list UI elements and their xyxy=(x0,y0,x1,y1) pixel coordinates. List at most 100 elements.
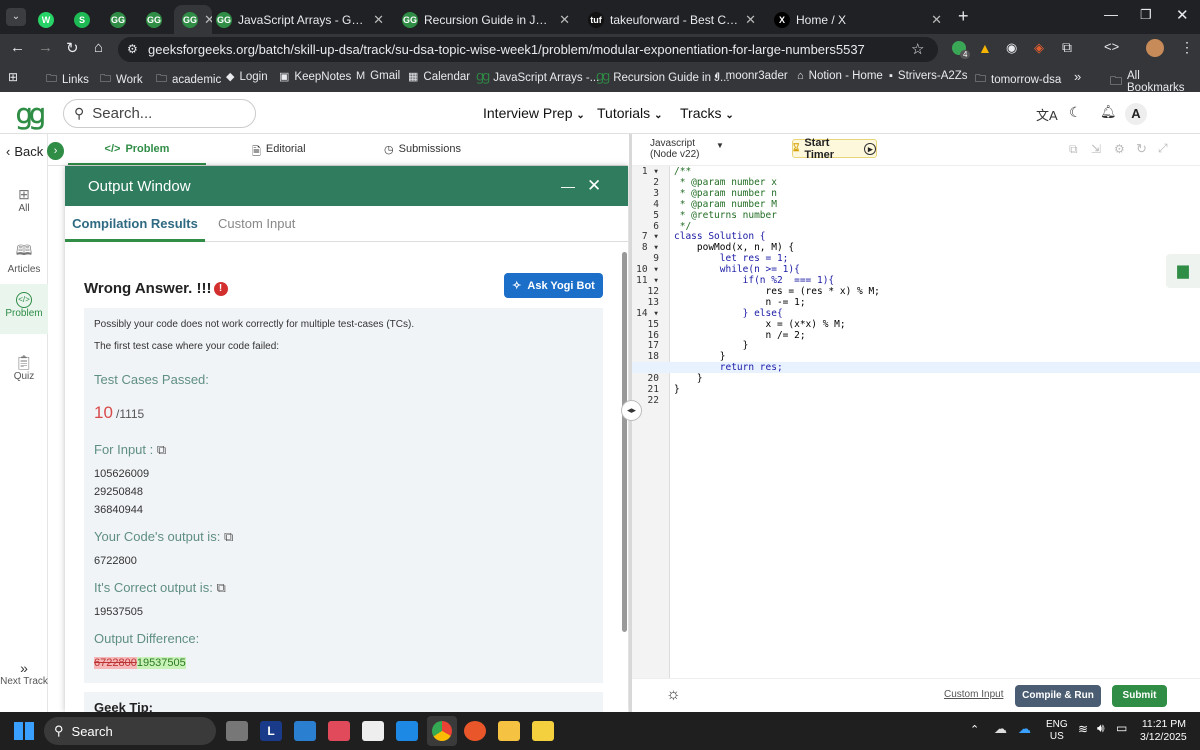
tab-editorial[interactable]: 🗎 Editorial xyxy=(252,143,306,162)
restore-window-icon[interactable]: ❐ xyxy=(1140,7,1152,23)
drive-icon[interactable]: ▲ xyxy=(978,40,992,56)
task-view-icon[interactable] xyxy=(226,721,248,741)
browser-tab[interactable]: X Home / X ✕ xyxy=(766,5,950,34)
close-icon[interactable]: ✕ xyxy=(587,176,601,196)
code-line[interactable]: powMod(x, n, M) { xyxy=(674,242,794,253)
chrome-icon[interactable] xyxy=(427,716,457,746)
start-timer-button[interactable]: ⌛︎ Start Timer ▸ xyxy=(792,137,877,161)
browser-tab[interactable]: W xyxy=(30,5,58,34)
code-line[interactable]: return res; xyxy=(674,362,783,373)
copy-icon[interactable]: ⧉ xyxy=(157,442,166,457)
code-line[interactable]: } xyxy=(674,384,680,395)
devtools-icon[interactable]: <> xyxy=(1104,39,1119,54)
vscode-icon[interactable] xyxy=(396,721,418,741)
bookmark-item[interactable]: M Gmail xyxy=(356,70,400,82)
volume-icon[interactable]: 🔊︎ xyxy=(1097,721,1105,736)
onedrive-icon[interactable]: ☁ xyxy=(1018,721,1031,737)
photos-icon[interactable] xyxy=(294,721,316,741)
code-line[interactable]: * @param number x xyxy=(674,177,777,188)
reload-icon[interactable]: ↻ xyxy=(66,39,79,57)
rail-item-all[interactable]: ⊞ All xyxy=(0,186,48,214)
reset-icon[interactable]: ↻ xyxy=(1136,141,1147,157)
forward-arrow-icon[interactable]: → xyxy=(38,39,53,56)
rail-item-articles[interactable]: 🕮 Articles xyxy=(0,240,48,275)
browser-tab[interactable]: GG xyxy=(102,5,130,34)
bookmark-star-icon[interactable]: ☆ xyxy=(911,40,924,58)
profile-avatar[interactable] xyxy=(1146,39,1164,57)
ask-yogi-bot-button[interactable]: ✧ Ask Yogi Bot xyxy=(504,273,603,298)
code-editor[interactable]: 1 ▾234567 ▾8 ▾910 ▾11 ▾121314 ▾151617181… xyxy=(632,166,1200,678)
brave-icon[interactable] xyxy=(464,721,486,741)
gfg-logo[interactable]: ꞬꞬ xyxy=(16,101,45,131)
vpn-icon[interactable]: ◈ xyxy=(1034,40,1044,56)
code-line[interactable]: } xyxy=(674,340,749,351)
tab-close-icon[interactable]: ✕ xyxy=(559,12,570,28)
expand-rail-icon[interactable]: › xyxy=(47,142,64,160)
language-indicator[interactable]: ENG US xyxy=(1046,719,1068,743)
tab-search-icon[interactable]: ⌄ xyxy=(6,8,26,26)
code-line[interactable]: n -= 1; xyxy=(674,297,806,308)
all-bookmarks-folder[interactable]: 🗀 All Bookmarks xyxy=(1110,70,1200,94)
rail-item-quiz[interactable]: 📋︎ Quiz xyxy=(0,354,48,382)
nav-tutorials[interactable]: Tutorials ⌄ xyxy=(597,105,662,121)
copy-icon[interactable]: ⧉ xyxy=(216,580,225,595)
submit-button[interactable]: Submit xyxy=(1112,685,1167,707)
code-line[interactable]: * @returns number xyxy=(674,210,777,221)
back-arrow-icon[interactable]: ← xyxy=(10,39,25,56)
search-input[interactable]: ⚲ Search... xyxy=(63,99,256,128)
nav-interview-prep[interactable]: Interview Prep ⌄ xyxy=(483,105,585,121)
output-scrollbar[interactable] xyxy=(622,252,627,632)
browser-tab[interactable]: GG xyxy=(138,5,166,34)
new-tab-button[interactable]: + xyxy=(958,6,969,27)
url-bar[interactable]: ⚙ geeksforgeeks.org/batch/skill-up-dsa/t… xyxy=(118,37,938,62)
cloud-icon[interactable]: ☁ xyxy=(994,721,1007,737)
tab-close-icon[interactable]: ✕ xyxy=(745,12,756,28)
browser-tab[interactable]: GG JavaScript Arrays - GeeksforGee ✕ xyxy=(208,5,392,34)
browser-tab[interactable]: GG ✕ xyxy=(174,5,212,34)
apps-grid-icon[interactable]: ⊞ xyxy=(8,70,18,84)
more-bookmarks-icon[interactable]: » xyxy=(1074,69,1081,84)
code-line[interactable]: n /= 2; xyxy=(674,330,806,341)
browser-tab[interactable]: GG Recursion Guide in JavaScript - ✕ xyxy=(394,5,578,34)
camera-icon[interactable]: ◉ xyxy=(1006,40,1017,56)
show-hidden-icons[interactable]: ⌃ xyxy=(970,723,979,736)
splitter-handle[interactable]: ◂▸ xyxy=(621,400,642,421)
code-line[interactable]: */ xyxy=(674,221,691,232)
bookmark-item[interactable]: ▪ Strivers-A2Zs xyxy=(889,70,968,82)
bookmark-item[interactable]: ⌂ Notion - Home xyxy=(797,70,883,82)
dark-mode-icon[interactable]: ☾ xyxy=(1069,104,1082,121)
settings-icon[interactable]: ⚙ xyxy=(1114,142,1125,156)
code-line[interactable]: } else{ xyxy=(674,308,783,319)
export-icon[interactable]: ⇲ xyxy=(1091,142,1101,156)
bookmark-item[interactable]: ◐ moonr3ader xyxy=(714,70,788,82)
translate-icon[interactable]: 文A xyxy=(1036,105,1058,124)
windows-start-icon[interactable] xyxy=(14,722,34,740)
sticky-notes-icon[interactable] xyxy=(532,721,554,741)
wifi-icon[interactable]: ≋ xyxy=(1078,722,1088,736)
back-button[interactable]: ‹ Back › xyxy=(0,140,64,162)
code-line[interactable]: res = (res * x) % M; xyxy=(674,286,880,297)
language-select[interactable]: Javascript (Node v22) ▼ xyxy=(650,138,724,160)
bookmark-item[interactable]: 🗀 academic xyxy=(156,70,221,89)
site-info-icon[interactable]: ⚙ xyxy=(127,42,138,56)
bookmark-item[interactable]: ▣ KeepNotes xyxy=(279,70,351,84)
bookmark-item[interactable]: ꞬꞬ Recursion Guide in J... xyxy=(596,70,730,85)
tab-submissions[interactable]: ◷ Submissions xyxy=(384,143,461,156)
tab-compilation-results[interactable]: Compilation Results xyxy=(65,206,205,242)
taskbar-search[interactable]: ⚲ Search xyxy=(44,717,216,745)
copy-code-icon[interactable]: ⧉ xyxy=(1069,142,1078,157)
code-line[interactable]: } xyxy=(674,351,726,362)
bulb-icon[interactable]: ☼ xyxy=(666,686,681,704)
bookmark-item[interactable]: 🗀 Links xyxy=(46,70,89,89)
minimize-icon[interactable]: — xyxy=(561,178,575,194)
compile-run-button[interactable]: Compile & Run xyxy=(1015,685,1101,707)
code-line[interactable]: x = (x*x) % M; xyxy=(674,319,846,330)
fullscreen-icon[interactable]: ⤢ xyxy=(1158,141,1168,156)
copy-icon[interactable]: ⧉ xyxy=(224,529,233,544)
close-window-icon[interactable]: ✕ xyxy=(1176,6,1189,24)
extensions-puzzle-icon[interactable]: ⧉ xyxy=(1062,39,1072,56)
notification-bell-icon[interactable]: 🔔︎ xyxy=(1100,104,1117,120)
code-line[interactable]: class Solution { xyxy=(674,231,766,242)
tab-problem[interactable]: </> Problem xyxy=(68,134,206,165)
minimize-window-icon[interactable]: — xyxy=(1104,6,1118,22)
